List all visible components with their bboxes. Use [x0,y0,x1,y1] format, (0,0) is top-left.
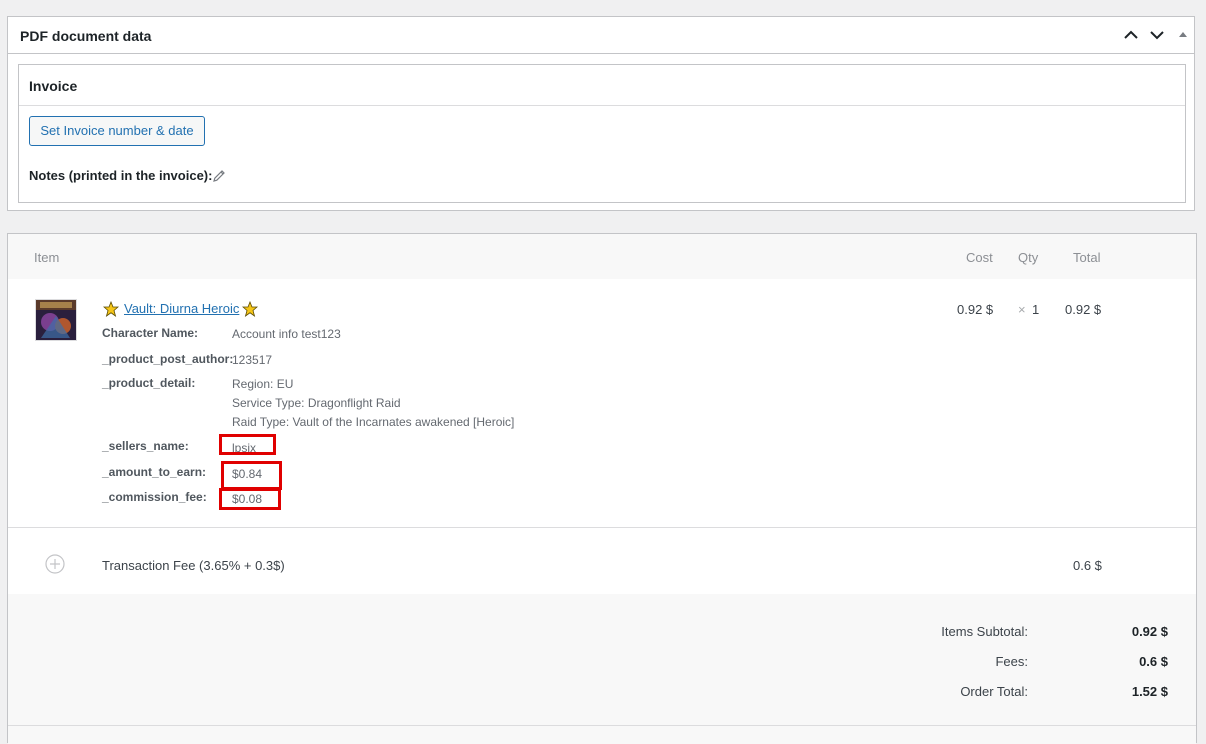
meta-key: _sellers_name: [102,439,189,453]
items-table-header: Item Cost Qty Total [8,234,1196,279]
edit-pencil-icon[interactable] [211,168,227,184]
meta-value: Service Type: Dragonflight Raid [232,396,401,410]
row-divider [8,725,1196,726]
header-cost: Cost [966,250,993,265]
meta-value: 123517 [232,353,273,367]
invoice-panel-header: Invoice [19,65,1185,106]
row-divider [8,527,1196,528]
star-icon [241,300,259,317]
invoice-title: Invoice [29,78,78,94]
set-invoice-number-button[interactable]: Set Invoice number & date [29,116,205,146]
highlight-box [219,434,276,455]
star-icon [102,300,120,317]
order-items-box: Item Cost Qty Total Vault: Diurna Heroic… [7,233,1197,744]
highlight-box [221,461,282,490]
items-subtotal-value: 0.92 $ [1131,624,1168,639]
header-qty: Qty [1018,250,1039,265]
items-subtotal-label: Items Subtotal: [941,624,1028,639]
add-circle-icon[interactable] [45,554,65,574]
meta-key: _product_post_author: [102,352,234,366]
meta-value: Region: EU [232,377,294,391]
product-thumbnail [35,299,77,341]
header-item: Item [34,250,60,265]
header-total: Total [1073,250,1101,265]
order-total-label: Order Total: [960,684,1028,699]
collapse-toggle-icon[interactable] [1171,23,1195,47]
invoice-panel: Invoice Set Invoice number & date Notes … [18,64,1186,203]
move-down-icon[interactable] [1145,23,1169,47]
postbox-title: PDF document data [20,28,152,44]
move-up-icon[interactable] [1119,23,1143,47]
product-name-link[interactable]: Vault: Diurna Heroic [124,301,239,316]
meta-value: Account info test123 [232,327,341,341]
fee-total: 0.6 $ [1073,558,1102,573]
meta-key: Character Name: [102,326,199,340]
fees-value: 0.6 $ [1139,654,1168,669]
postbox-header: PDF document data [8,17,1194,54]
meta-value: Raid Type: Vault of the Incarnates awake… [232,415,515,429]
product-qty: 1 [1032,302,1040,317]
fees-label: Fees: [995,654,1028,669]
fee-label: Transaction Fee (3.65% + 0.3$) [102,558,285,573]
order-total-value: 1.52 $ [1131,684,1168,699]
order-totals: Items Subtotal: 0.92 $ Fees: 0.6 $ Order… [8,594,1196,744]
qty-multiply-sign: × [1018,302,1026,317]
meta-key: _commission_fee: [102,490,207,504]
meta-key: _amount_to_earn: [102,465,207,479]
product-total: 0.92 $ [1065,302,1102,317]
product-cost: 0.92 $ [957,302,994,317]
highlight-box [219,488,281,510]
notes-label: Notes (printed in the invoice): [29,168,213,183]
meta-key: _product_detail: [102,376,196,390]
pdf-document-data-box: PDF document data Invoice Set Invoice nu… [7,16,1195,211]
